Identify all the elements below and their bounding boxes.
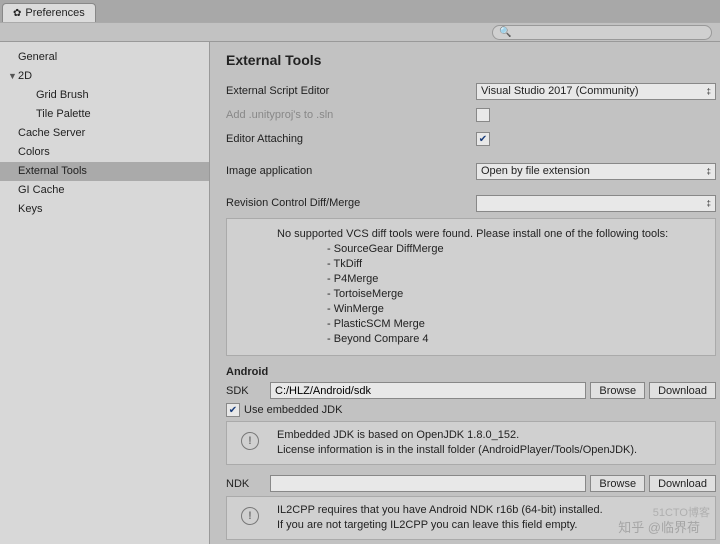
vcs-message: No supported VCS diff tools were found. … [277, 227, 703, 242]
vcs-tool-list: SourceGear DiffMerge TkDiff P4Merge Tort… [327, 242, 703, 347]
search-input[interactable]: 🔍 [492, 25, 712, 40]
sidebar-item-colors[interactable]: Colors [0, 143, 209, 162]
ndk-info-box: ! IL2CPP requires that you have Android … [226, 496, 716, 540]
chevron-down-icon: ▼ [8, 69, 18, 84]
gear-icon: ✿ [13, 8, 21, 19]
sdk-label: SDK [226, 385, 266, 397]
toolbar: 🔍 [0, 22, 720, 42]
external-editor-label: External Script Editor [226, 85, 476, 97]
sidebar: General ▼2D Grid Brush Tile Palette Cach… [0, 42, 210, 544]
jdk-info-box: ! Embedded JDK is based on OpenJDK 1.8.0… [226, 421, 716, 465]
sidebar-item-keys[interactable]: Keys [0, 200, 209, 219]
content-panel: External Tools External Script Editor Vi… [210, 42, 720, 544]
editor-attaching-checkbox[interactable]: ✔ [476, 132, 490, 146]
sdk-browse-button[interactable]: Browse [590, 382, 645, 399]
android-header: Android [226, 366, 716, 378]
info-icon: ! [241, 432, 259, 450]
revision-control-dropdown[interactable]: ‡ [476, 195, 716, 212]
info-icon: ! [241, 507, 259, 525]
use-embedded-jdk-checkbox[interactable]: ✔ [226, 403, 240, 417]
sidebar-item-cache-server[interactable]: Cache Server [0, 124, 209, 143]
tab-bar: ✿ Preferences [0, 0, 720, 22]
image-app-dropdown[interactable]: Open by file extension‡ [476, 163, 716, 180]
ndk-browse-button[interactable]: Browse [590, 475, 645, 492]
external-editor-dropdown[interactable]: Visual Studio 2017 (Community)‡ [476, 83, 716, 100]
image-app-label: Image application [226, 165, 476, 177]
sidebar-item-general[interactable]: General [0, 48, 209, 67]
sidebar-item-tile-palette[interactable]: Tile Palette [0, 105, 209, 124]
sdk-download-button[interactable]: Download [649, 382, 716, 399]
ndk-path-input[interactable] [270, 475, 586, 492]
sidebar-item-gi-cache[interactable]: GI Cache [0, 181, 209, 200]
sidebar-item-2d[interactable]: ▼2D [0, 67, 209, 86]
use-embedded-jdk-label: Use embedded JDK [244, 404, 342, 416]
preferences-tab[interactable]: ✿ Preferences [2, 3, 96, 22]
add-unityproj-checkbox[interactable] [476, 108, 490, 122]
revision-control-label: Revision Control Diff/Merge [226, 197, 476, 209]
chevron-down-icon: ‡ [707, 167, 711, 176]
page-title: External Tools [226, 52, 716, 68]
add-unityproj-label: Add .unityproj's to .sln [226, 109, 476, 121]
sidebar-item-grid-brush[interactable]: Grid Brush [0, 86, 209, 105]
sidebar-item-external-tools[interactable]: External Tools [0, 162, 209, 181]
chevron-down-icon: ‡ [707, 199, 711, 208]
tab-title: Preferences [25, 7, 84, 19]
search-icon: 🔍 [499, 27, 511, 38]
ndk-download-button[interactable]: Download [649, 475, 716, 492]
editor-attaching-label: Editor Attaching [226, 133, 476, 145]
ndk-label: NDK [226, 478, 266, 490]
vcs-info-box: No supported VCS diff tools were found. … [226, 218, 716, 356]
sdk-path-input[interactable] [270, 382, 586, 399]
chevron-down-icon: ‡ [707, 87, 711, 96]
